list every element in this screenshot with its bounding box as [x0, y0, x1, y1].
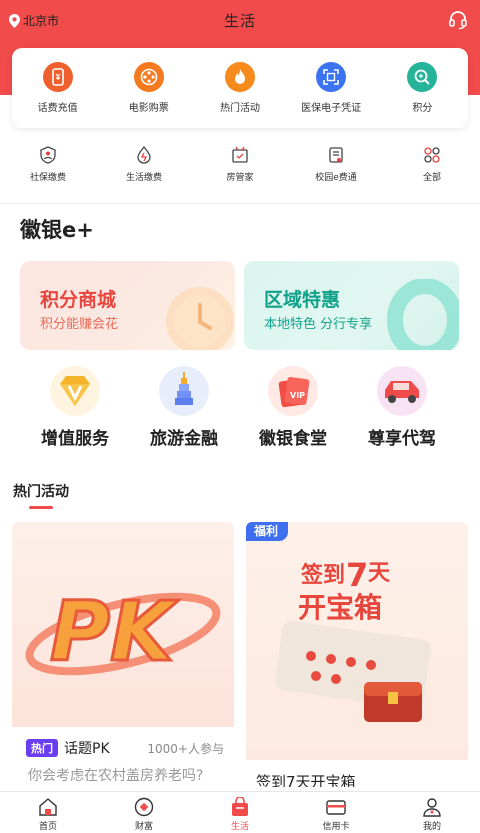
wealth-icon — [134, 797, 154, 817]
quick-hot-activities[interactable]: 热门活动 — [195, 62, 285, 114]
headset-icon[interactable] — [448, 10, 468, 30]
divider — [0, 203, 480, 204]
promo-subtitle: 本地特色 分行专享 — [264, 317, 373, 332]
category-label: 尊享代驾 — [368, 429, 436, 449]
service-living-payment[interactable]: 生活缴费 — [96, 146, 192, 196]
social-security-icon — [40, 146, 56, 164]
activity-card-checkin[interactable]: 签到 7 天 开宝箱 福利 签到7天开宝箱 — [246, 522, 468, 787]
quick-label: 话费充值 — [37, 103, 78, 114]
house-icon — [232, 146, 248, 163]
tower-icon — [159, 366, 209, 416]
participant-count: 1000+人参与 — [147, 742, 224, 756]
tab-wealth[interactable]: 财富 — [104, 792, 184, 832]
category-canteen[interactable]: VIP 徽银食堂 — [238, 366, 348, 449]
promo-subtitle: 积分能赚会花 — [40, 317, 119, 332]
school-book-icon — [329, 147, 343, 163]
life-page: 北京市 生活 话费充值 电影购票 热门活动 医保电子凭证 积分 社保缴费 生活缴… — [0, 0, 480, 833]
quick-label: 医保电子凭证 — [301, 103, 362, 114]
quick-label: 积分 — [412, 103, 433, 114]
phone-recharge-icon — [42, 62, 73, 92]
quick-phone-recharge[interactable]: 话费充值 — [13, 62, 103, 114]
quick-points[interactable]: 积分 — [377, 62, 467, 114]
grid-icon — [424, 147, 440, 163]
art-chest-text: 开宝箱 — [298, 591, 382, 624]
category-chauffeur[interactable]: 尊享代驾 — [347, 366, 457, 449]
service-label: 全部 — [422, 173, 441, 183]
tab-label: 财富 — [134, 822, 153, 832]
quick-label: 电影购票 — [128, 103, 169, 114]
pk-art-text: PK — [50, 585, 179, 680]
section-title: 徽银e+ — [20, 218, 94, 242]
film-reel-icon — [133, 62, 164, 92]
services-row: 社保缴费 生活缴费 房管家 校园e费通 全部 — [0, 146, 480, 196]
service-label: 生活缴费 — [125, 173, 162, 183]
treasure-art: 签到 7 天 开宝箱 — [275, 556, 431, 722]
tab-label: 首页 — [38, 822, 57, 832]
section-indicator — [29, 506, 53, 509]
service-house-manager[interactable]: 房管家 — [192, 146, 288, 196]
art-seven-text: 7 — [346, 556, 368, 594]
category-value-added[interactable]: 增值服务 — [20, 366, 130, 449]
shopping-bag-icon — [232, 797, 248, 816]
quick-label: 热门活动 — [219, 103, 260, 114]
credit-card-icon — [326, 800, 346, 815]
diamond-v-icon — [50, 366, 100, 416]
tab-life[interactable]: 生活 — [200, 792, 280, 832]
service-social-security[interactable]: 社保缴费 — [0, 146, 96, 196]
home-icon — [39, 798, 57, 816]
tab-label: 我的 — [422, 822, 441, 832]
quick-movie-tickets[interactable]: 电影购票 — [104, 62, 194, 114]
tab-label: 生活 — [230, 822, 249, 832]
activity-card-pk[interactable]: PK 热门 话题PK 1000+人参与 你会考虑在农村盖房养老吗? — [12, 522, 234, 787]
page-title: 生活 — [223, 12, 256, 30]
tab-label: 信用卡 — [322, 822, 350, 832]
activity-title: 话题PK — [64, 741, 110, 757]
car-icon — [377, 366, 427, 416]
tab-credit-card[interactable]: 信用卡 — [296, 792, 376, 832]
pk-art: PK — [25, 584, 221, 682]
promo-regional-deals[interactable]: 区域特惠 本地特色 分行专享 — [244, 261, 459, 350]
tab-mine[interactable]: 我的 — [392, 792, 472, 832]
promo-title: 区域特惠 — [264, 289, 341, 311]
art-checkin-text: 签到 — [300, 562, 345, 588]
quick-medical-insurance[interactable]: 医保电子凭证 — [286, 62, 376, 114]
welfare-badge: 福利 — [246, 522, 289, 541]
tab-home[interactable]: 首页 — [8, 792, 88, 832]
art-day-text: 天 — [368, 561, 391, 586]
category-label: 徽银食堂 — [259, 429, 327, 449]
hot-activities-title: 热门活动 — [13, 484, 69, 500]
service-label: 房管家 — [226, 173, 254, 183]
activity-desc: 你会考虑在农村盖房养老吗? — [28, 768, 204, 784]
quick-services-card: 话费充值 电影购票 热门活动 医保电子凭证 积分 — [12, 48, 468, 128]
service-label: 校园e费通 — [315, 173, 357, 183]
svg-text:VIP: VIP — [290, 391, 305, 400]
vip-gift-icon: VIP — [268, 366, 318, 416]
water-drop-icon — [137, 146, 151, 164]
points-icon — [407, 62, 438, 92]
clock-decoration-icon — [166, 287, 234, 350]
category-label: 旅游金融 — [150, 429, 218, 449]
service-campus-pay[interactable]: 校园e费通 — [288, 146, 384, 196]
category-travel-finance[interactable]: 旅游金融 — [129, 366, 239, 449]
ring-decoration-icon — [387, 279, 459, 350]
service-label: 社保缴费 — [29, 173, 66, 183]
category-label: 增值服务 — [41, 429, 109, 449]
promo-title: 积分商城 — [40, 289, 117, 311]
promo-points-mall[interactable]: 积分商城 积分能赚会花 — [20, 261, 235, 350]
bottom-tab-bar: 首页 财富 生活 信用卡 我的 — [0, 791, 480, 833]
qr-scan-icon — [316, 62, 347, 92]
flame-icon — [224, 62, 255, 92]
activity-image: 签到 7 天 开宝箱 福利 — [246, 522, 468, 760]
activity-meta: 热门 话题PK — [26, 738, 110, 758]
hot-badge: 热门 — [26, 739, 58, 757]
activity-title: 签到7天开宝箱 — [256, 773, 356, 787]
activity-image: PK — [12, 522, 234, 727]
service-all[interactable]: 全部 — [384, 146, 480, 196]
user-icon — [423, 798, 441, 817]
